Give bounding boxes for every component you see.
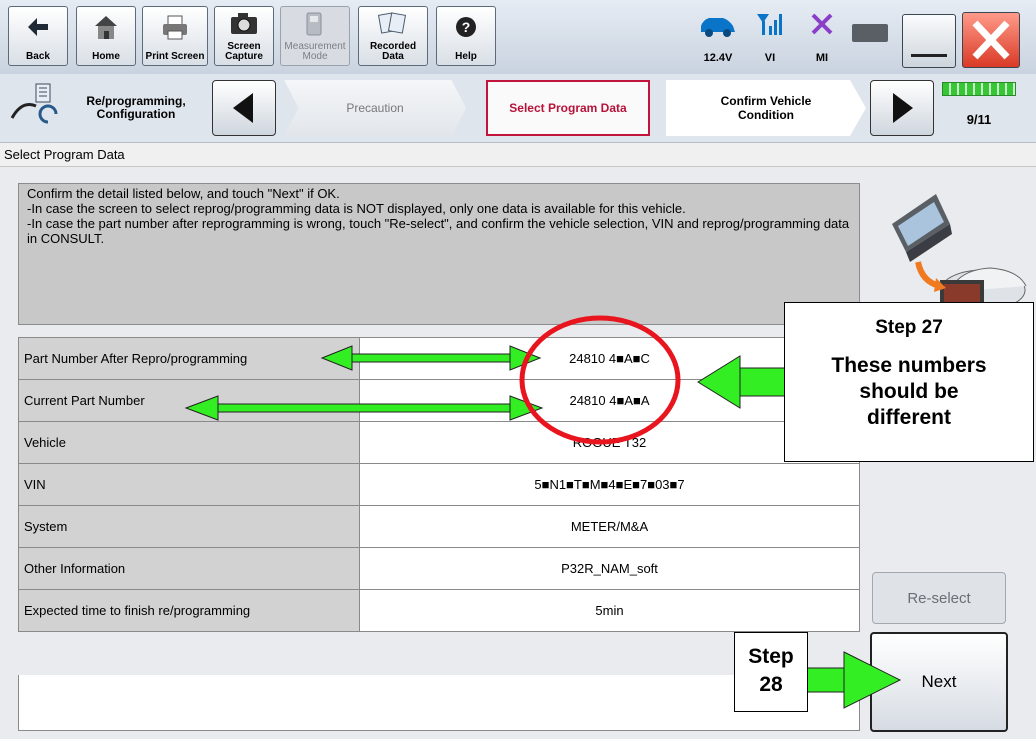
minimize-button[interactable] [902, 14, 956, 68]
triangle-left-icon [233, 93, 253, 123]
vi-indicator: VI [744, 8, 796, 66]
instruction-line: Confirm the detail listed below, and tou… [27, 186, 340, 201]
row-label: Current Part Number [18, 379, 360, 422]
screen-capture-button[interactable]: Screen Capture [214, 6, 274, 66]
battery-voltage-value: 12.4V [703, 52, 733, 64]
row-label: Part Number After Repro/programming [18, 337, 360, 380]
step27-callout: Step 27 These numbers should be differen… [784, 302, 1034, 462]
table-row: VIN 5■N1■T■M■4■E■7■03■7 [18, 463, 860, 506]
table-row: Vehicle ROGUE T32 [18, 421, 860, 464]
step-precaution: Precaution [284, 80, 466, 136]
help-icon: ? [456, 17, 476, 37]
recorded-data-button[interactable]: Recorded Data [358, 6, 428, 66]
back-arrow-icon [28, 18, 48, 36]
progress-indicator: 9/11 [938, 80, 1020, 136]
next-button[interactable]: Next [870, 632, 1008, 732]
table-row: System METER/M&A [18, 505, 860, 548]
page-title: Select Program Data [0, 143, 1036, 167]
row-label: Vehicle [18, 421, 360, 464]
consult-laptop-car-icon [892, 194, 1027, 311]
row-value: P32R_NAM_soft [359, 547, 860, 590]
back-button[interactable]: Back [8, 6, 68, 66]
breadcrumb: Re/programming, Configuration Precaution… [0, 74, 1036, 143]
step28-callout: Step 28 [734, 632, 808, 712]
car-icon [701, 18, 735, 37]
print-screen-label: Print Screen [145, 51, 205, 62]
step-select-program-data: Select Program Data [486, 80, 650, 136]
progress-bar [942, 82, 1016, 96]
row-value: 5min [359, 589, 860, 632]
measurement-mode-button[interactable]: Measurement Mode [280, 6, 350, 66]
measurement-mode-label: Measurement Mode [284, 41, 346, 62]
table-row: Current Part Number 24810 4■A■A [18, 379, 860, 422]
previous-step-button[interactable] [212, 80, 276, 136]
program-data-table: Part Number After Repro/programming 2481… [18, 337, 860, 632]
help-button[interactable]: ? Help [436, 6, 496, 66]
help-label: Help [455, 51, 477, 62]
instruction-line: -In case the screen to select reprog/pro… [27, 201, 686, 216]
step-confirm-vehicle-condition: Confirm Vehicle Condition [666, 80, 866, 136]
printer-icon [163, 15, 187, 40]
close-button[interactable] [962, 12, 1020, 68]
screen-capture-label: Screen Capture [225, 41, 263, 62]
svg-text:?: ? [462, 19, 471, 35]
table-row: Expected time to finish re/programming 5… [18, 589, 860, 632]
meter-icon [306, 12, 322, 36]
step27-text: These numbers should be different [831, 354, 987, 429]
row-value: 5■N1■T■M■4■E■7■03■7 [359, 463, 860, 506]
triangle-right-icon [893, 93, 913, 123]
home-icon [95, 16, 117, 39]
table-row: Part Number After Repro/programming 2481… [18, 337, 860, 380]
minimize-icon [911, 54, 947, 57]
step28-line2: 28 [759, 673, 783, 696]
signal-icon [757, 14, 782, 35]
row-value: METER/M&A [359, 505, 860, 548]
instructions-box: Confirm the detail listed below, and tou… [18, 183, 860, 325]
next-label: Next [921, 672, 957, 691]
table-row: Other Information P32R_NAM_soft [18, 547, 860, 590]
next-step-button[interactable] [870, 80, 934, 136]
print-screen-button[interactable]: Print Screen [142, 6, 208, 66]
home-button[interactable]: Home [76, 6, 136, 66]
battery-icon [852, 24, 888, 42]
disconnected-x-icon [811, 13, 833, 35]
vi-label: VI [764, 52, 776, 64]
toolbar: Back Home Print Screen Screen Capture Me… [0, 0, 1036, 75]
recorded-data-label: Recorded Data [369, 41, 417, 62]
app-label: Re/programming, Configuration [86, 94, 186, 121]
instruction-line: -In case the part number after reprogram… [27, 216, 853, 246]
row-label: Other Information [18, 547, 360, 590]
reprogramming-icon [10, 83, 58, 124]
step27-title: Step 27 [875, 317, 943, 338]
camera-icon [231, 13, 257, 34]
back-label: Back [26, 51, 50, 62]
recorded-data-icon [377, 12, 407, 34]
mi-indicator: MI [796, 8, 848, 66]
home-label: Home [92, 51, 120, 62]
row-label: Expected time to finish re/programming [18, 589, 360, 632]
row-label: System [18, 505, 360, 548]
battery-voltage-indicator: 12.4V [692, 8, 744, 66]
mi-label: MI [815, 52, 829, 64]
step28-line1: Step [748, 645, 794, 668]
reselect-button[interactable]: Re-select [872, 572, 1006, 624]
page-counter: 9/11 [966, 112, 992, 127]
row-label: VIN [18, 463, 360, 506]
close-icon [972, 20, 1010, 60]
